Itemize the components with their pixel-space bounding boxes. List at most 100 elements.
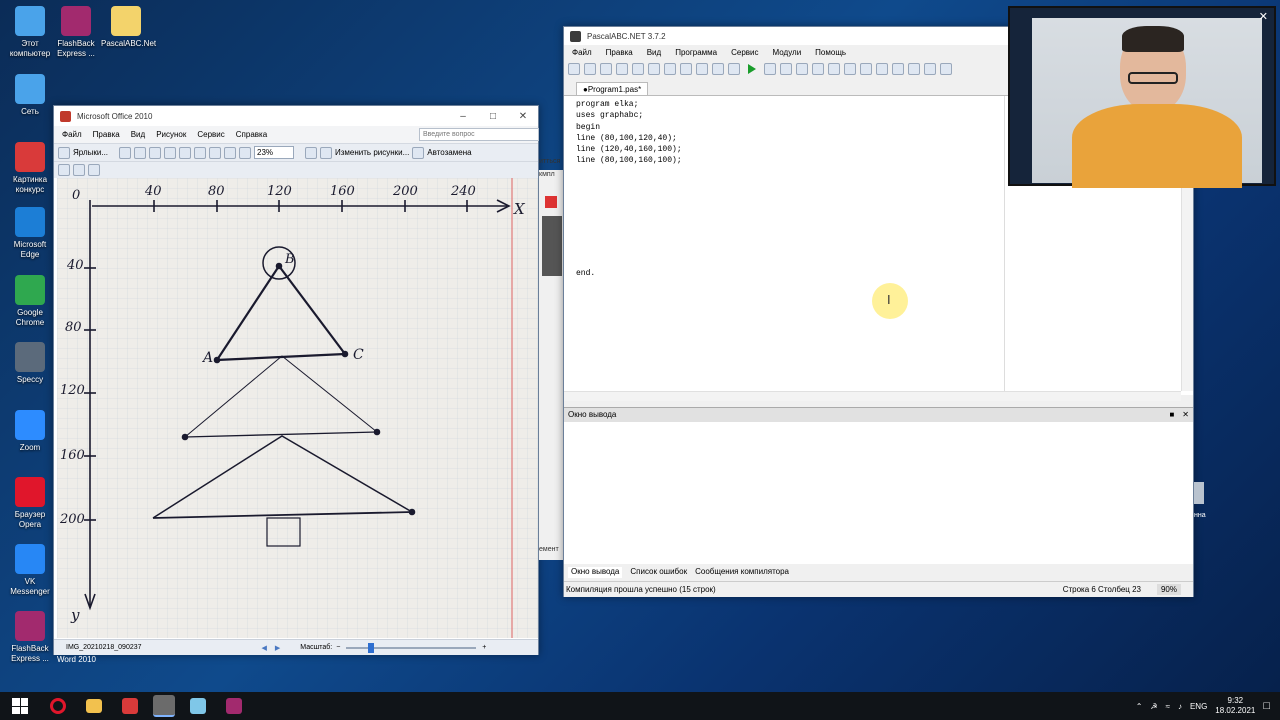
- taskbar-notepad-icon[interactable]: [190, 698, 206, 714]
- language-indicator[interactable]: ENG: [1190, 702, 1207, 711]
- stop-icon[interactable]: [764, 63, 776, 75]
- question-input[interactable]: Введите вопрос: [419, 128, 539, 141]
- save-all-icon[interactable]: [616, 63, 628, 75]
- shortcuts-button[interactable]: Ярлыки...: [73, 148, 108, 157]
- desktop-icon-9[interactable]: Браузер Opera: [5, 477, 55, 530]
- clock[interactable]: 9:32 18.02.2021: [1215, 696, 1255, 716]
- autocorrect-button[interactable]: Автозамена: [427, 148, 471, 157]
- zoom-out-icon[interactable]: −: [336, 644, 340, 651]
- format-icon[interactable]: [828, 63, 840, 75]
- pin-icon[interactable]: ■: [1169, 410, 1174, 420]
- close-button[interactable]: ✕: [508, 111, 538, 122]
- maximize-button[interactable]: □: [478, 111, 508, 122]
- desktop-icon-1[interactable]: FlashBack Express ...: [51, 6, 101, 59]
- desktop-icon-6[interactable]: Google Chrome: [5, 275, 55, 328]
- desktop-icon-10[interactable]: VK Messenger: [5, 544, 55, 597]
- shortcuts-icon[interactable]: [58, 146, 70, 159]
- office-menu-edit[interactable]: Правка: [93, 130, 120, 139]
- editor-horizontal-scrollbar[interactable]: [564, 391, 1181, 401]
- start-windows-icon[interactable]: [12, 698, 28, 714]
- desktop-icon-3[interactable]: Сеть: [5, 74, 55, 117]
- view-grid-icon[interactable]: [58, 164, 70, 176]
- pascal-menu-view[interactable]: Вид: [647, 48, 661, 57]
- desktop-icon-7[interactable]: Speccy: [5, 342, 55, 385]
- view-single-icon[interactable]: [88, 164, 100, 176]
- open-file-icon[interactable]: [584, 63, 596, 75]
- settings-icon[interactable]: [940, 63, 952, 75]
- tab-output[interactable]: Окно вывода: [568, 567, 623, 578]
- office-menu-file[interactable]: Файл: [62, 130, 82, 139]
- copy-icon[interactable]: [648, 63, 660, 75]
- desktop-icon-2[interactable]: PascalABC.Net: [101, 6, 156, 49]
- step-into-icon[interactable]: [812, 63, 824, 75]
- taskbar-explorer-icon[interactable]: [86, 699, 102, 713]
- tray-chevron-icon[interactable]: ⌃: [1136, 702, 1143, 711]
- pascal-menu-edit[interactable]: Правка: [606, 48, 633, 57]
- wifi-icon[interactable]: ≈: [1166, 702, 1170, 711]
- taskbar-image-app-icon[interactable]: [122, 698, 138, 714]
- office-titlebar[interactable]: Microsoft Office 2010 – □ ✕: [54, 106, 538, 126]
- pascal-menu-service[interactable]: Сервис: [731, 48, 758, 57]
- redo-icon[interactable]: [696, 63, 708, 75]
- uncomment-icon[interactable]: [860, 63, 872, 75]
- taskbar-pascalabc-icon[interactable]: [153, 695, 175, 717]
- network-tray-icon[interactable]: ☭: [1150, 702, 1157, 711]
- undo-icon[interactable]: [224, 146, 237, 159]
- output-close-icon[interactable]: ✕: [1182, 410, 1189, 420]
- zoom-slider[interactable]: [346, 642, 477, 653]
- comment-icon[interactable]: [844, 63, 856, 75]
- cut-icon[interactable]: [632, 63, 644, 75]
- minimize-button[interactable]: –: [448, 111, 478, 122]
- office-menu-view[interactable]: Вид: [131, 130, 145, 139]
- bookmark-icon[interactable]: [876, 63, 888, 75]
- taskbar-flashback-icon[interactable]: [226, 698, 242, 714]
- delete-icon[interactable]: [209, 146, 222, 159]
- taskbar-opera-icon[interactable]: [50, 698, 66, 714]
- redo-icon[interactable]: [239, 146, 252, 159]
- desktop-icon-0[interactable]: Этот компьютер: [5, 6, 55, 59]
- layout-icon[interactable]: [924, 63, 936, 75]
- step-icon[interactable]: [780, 63, 792, 75]
- pascal-menu-file[interactable]: Файл: [572, 48, 592, 57]
- desktop-icon-4[interactable]: Картинка конкурс: [5, 142, 55, 195]
- prev-arrow-icon[interactable]: ◀: [262, 644, 267, 652]
- desktop-icon-5[interactable]: Microsoft Edge: [5, 207, 55, 260]
- paste-icon[interactable]: [664, 63, 676, 75]
- pascal-menu-program[interactable]: Программа: [675, 48, 717, 57]
- paste-icon[interactable]: [194, 146, 207, 159]
- rotate-icon[interactable]: [305, 146, 318, 159]
- tab-errors[interactable]: Список ошибок: [630, 567, 687, 578]
- desktop-icon-8[interactable]: Zoom: [5, 410, 55, 453]
- zoom-select[interactable]: 23%: [254, 146, 295, 159]
- change-pictures-button[interactable]: Изменить рисунки...: [335, 148, 409, 157]
- office-menu-help[interactable]: Справка: [236, 130, 267, 139]
- compile-icon[interactable]: [712, 63, 724, 75]
- step-over-icon[interactable]: [796, 63, 808, 75]
- save-icon[interactable]: [600, 63, 612, 75]
- pascal-menu-modules[interactable]: Модули: [773, 48, 802, 57]
- undo-icon[interactable]: [680, 63, 692, 75]
- office-window[interactable]: Microsoft Office 2010 – □ ✕ Файл Правка …: [53, 105, 539, 655]
- save-icon[interactable]: [119, 146, 132, 159]
- zoom-in-icon[interactable]: +: [482, 644, 486, 651]
- new-file-icon[interactable]: [568, 63, 580, 75]
- view-strip-icon[interactable]: [73, 164, 85, 176]
- pascal-menu-help[interactable]: Помощь: [815, 48, 846, 57]
- cut-icon[interactable]: [164, 146, 177, 159]
- print-icon[interactable]: [134, 146, 147, 159]
- volume-icon[interactable]: ♪: [1178, 702, 1182, 711]
- office-menu-service[interactable]: Сервис: [197, 130, 224, 139]
- office-menu-picture[interactable]: Рисунок: [156, 130, 186, 139]
- copy-icon[interactable]: [179, 146, 192, 159]
- zoom-slider-thumb[interactable]: [368, 642, 375, 653]
- desktop-icon-11[interactable]: FlashBack Express ...: [5, 611, 55, 664]
- compile-all-icon[interactable]: [728, 63, 740, 75]
- notifications-icon[interactable]: □: [1263, 700, 1270, 712]
- autocorrect-icon[interactable]: [412, 146, 425, 159]
- mail-icon[interactable]: [149, 146, 162, 159]
- tab-compiler-messages[interactable]: Сообщения компилятора: [695, 567, 789, 578]
- next-arrow-icon[interactable]: ▶: [275, 644, 280, 652]
- change-pictures-icon[interactable]: [320, 146, 333, 159]
- webcam-close-icon[interactable]: ✕: [1259, 10, 1268, 23]
- find-icon[interactable]: [892, 63, 904, 75]
